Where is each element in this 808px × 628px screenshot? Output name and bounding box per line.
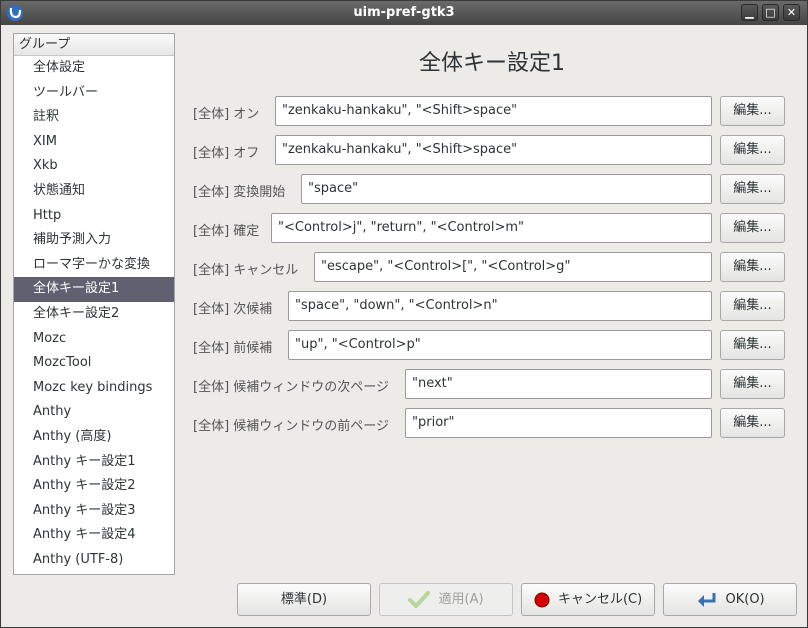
default-button-label: 標準(D) [280, 592, 328, 607]
sidebar-item[interactable]: 状態通知 [14, 179, 174, 204]
apply-button-label: 適用(A) [438, 592, 484, 607]
key-setting-field[interactable]: "<Control>j", "return", "<Control>m" [271, 213, 712, 243]
page-title: 全体キー設定1 [419, 51, 565, 76]
minimize-icon: ▁ [745, 6, 754, 19]
sidebar-item[interactable]: Anthy キー設定4 [14, 523, 174, 548]
close-icon: ✕ [786, 6, 797, 19]
window-title: uim-pref-gtk3 [353, 5, 455, 20]
key-setting-field[interactable]: "prior" [405, 408, 712, 438]
minimize-button[interactable]: ▁ [741, 4, 758, 21]
sidebar-item[interactable]: XIM [14, 130, 174, 155]
key-setting-field[interactable]: "next" [405, 369, 712, 399]
edit-button[interactable]: 編集... [720, 96, 785, 126]
checkmark-icon [408, 590, 431, 608]
sidebar-item[interactable]: Anthy [14, 400, 174, 425]
edit-button[interactable]: 編集... [720, 252, 785, 282]
key-setting-field[interactable]: "zenkaku-hankaku", "<Shift>space" [275, 135, 712, 165]
ok-button[interactable]: OK(O) [663, 583, 797, 616]
key-setting-label: [全体] 変換開始 [193, 185, 286, 200]
window: uim-pref-gtk3 ▁ □ ✕ グループ 全体設定 ツールバー 註釈 XIM X… [0, 0, 808, 628]
key-setting-field[interactable]: "space" [301, 174, 712, 204]
key-setting-label: [全体] オフ [193, 146, 260, 161]
group-list[interactable]: グループ 全体設定 ツールバー 註釈 XIM Xkb 状態通知 Http 補助予測入力 ローマ字… [13, 33, 175, 575]
enter-arrow-icon [698, 592, 716, 607]
sidebar-item[interactable]: Mozc key bindings [14, 376, 174, 401]
sidebar-item[interactable]: 註釈 [14, 105, 174, 130]
edit-button[interactable]: 編集... [720, 174, 785, 204]
key-setting-row: [全体] オフ "zenkaku-hankaku", "<Shift>space"… [193, 135, 785, 165]
group-list-header[interactable]: グループ [14, 34, 174, 56]
sidebar-item[interactable]: Http [14, 204, 174, 229]
key-setting-field[interactable]: "escape", "<Control>[", "<Control>g" [314, 252, 712, 282]
default-button[interactable]: 標準(D) [237, 583, 371, 616]
key-setting-label: [全体] 前候補 [193, 341, 273, 356]
ok-button-label: OK(O) [725, 592, 765, 607]
sidebar-item[interactable]: Anthy (UTF-8) [14, 548, 174, 573]
maximize-button[interactable]: □ [762, 4, 779, 21]
key-setting-label: [全体] 候補ウィンドウの前ページ [193, 419, 390, 434]
edit-button[interactable]: 編集... [720, 291, 785, 321]
sidebar-item[interactable]: 全体設定 [14, 56, 174, 81]
key-setting-label: [全体] 候補ウィンドウの次ページ [193, 380, 390, 395]
edit-button[interactable]: 編集... [720, 369, 785, 399]
sidebar-item[interactable]: Anthy キー設定1 [14, 450, 174, 475]
edit-button[interactable]: 編集... [720, 408, 785, 438]
key-setting-row: [全体] 確定 "<Control>j", "return", "<Control… [193, 213, 785, 243]
sidebar-item[interactable]: Anthy キー設定3 [14, 499, 174, 524]
key-setting-label: [全体] オン [193, 107, 260, 122]
title-bar[interactable]: uim-pref-gtk3 ▁ □ ✕ [1, 1, 807, 25]
key-setting-row: [全体] 次候補 "space", "down", "<Control>n" 編集.… [193, 291, 785, 321]
close-button[interactable]: ✕ [783, 4, 800, 21]
key-setting-field[interactable]: "zenkaku-hankaku", "<Shift>space" [275, 96, 712, 126]
key-setting-field[interactable]: "space", "down", "<Control>n" [288, 291, 712, 321]
cancel-button[interactable]: キャンセル(C) [521, 583, 655, 616]
sidebar-item[interactable]: ローマ字ーかな変換 [14, 253, 174, 278]
sidebar-item[interactable]: ツールバー [14, 81, 174, 106]
cancel-icon [534, 592, 550, 607]
edit-button[interactable]: 編集... [720, 213, 785, 243]
sidebar-item[interactable]: Mozc [14, 327, 174, 352]
sidebar-item[interactable]: 全体キー設定2 [14, 302, 174, 327]
key-setting-row: [全体] オン "zenkaku-hankaku", "<Shift>space"… [193, 96, 785, 126]
edit-button[interactable]: 編集... [720, 330, 785, 360]
key-setting-row: [全体] 候補ウィンドウの前ページ "prior" 編集... [193, 408, 785, 438]
sidebar-item[interactable]: 補助予測入力 [14, 228, 174, 253]
sidebar-item[interactable]: 全体キー設定1 [14, 277, 174, 302]
sidebar-item[interactable]: Xkb [14, 154, 174, 179]
sidebar-item[interactable]: Anthy キー設定2 [14, 474, 174, 499]
edit-button[interactable]: 編集... [720, 135, 785, 165]
sidebar-item[interactable]: MozcTool [14, 351, 174, 376]
key-setting-label: [全体] キャンセル [193, 263, 299, 278]
key-setting-label: [全体] 次候補 [193, 302, 273, 317]
apply-button[interactable]: 適用(A) [379, 583, 513, 616]
key-setting-row: [全体] 変換開始 "space" 編集... [193, 174, 785, 204]
group-list-items: 全体設定 ツールバー 註釈 XIM Xkb 状態通知 Http 補助予測入力 ローマ字ーかな変換… [14, 56, 174, 572]
sidebar-item[interactable]: Anthy (高度) [14, 425, 174, 450]
key-setting-field[interactable]: "up", "<Control>p" [288, 330, 712, 360]
key-setting-label: [全体] 確定 [193, 224, 260, 239]
key-setting-row: [全体] 候補ウィンドウの次ページ "next" 編集... [193, 369, 785, 399]
key-setting-row: [全体] 前候補 "up", "<Control>p" 編集... [193, 330, 785, 360]
key-setting-row: [全体] キャンセル "escape", "<Control>[", "<Cont… [193, 252, 785, 282]
cancel-button-label: キャンセル(C) [557, 592, 643, 607]
maximize-icon: □ [765, 6, 776, 19]
